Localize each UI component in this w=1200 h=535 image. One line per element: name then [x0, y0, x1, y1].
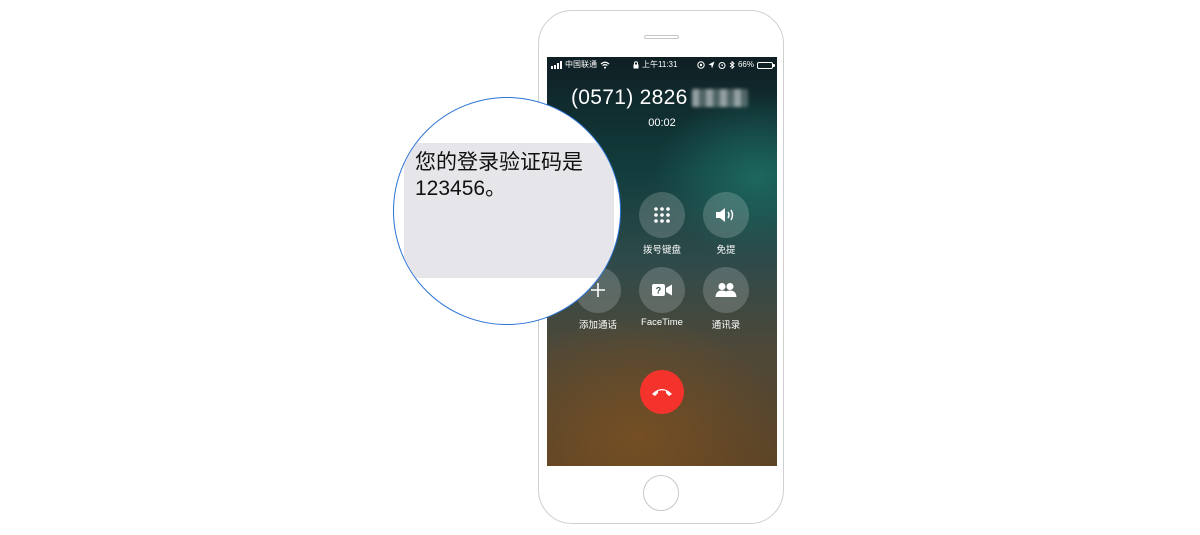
facetime-label: FaceTime	[641, 317, 683, 328]
alarm-icon	[718, 62, 726, 69]
speaker-button[interactable]	[703, 192, 749, 238]
home-button[interactable]	[643, 475, 679, 511]
keypad-button[interactable]	[639, 192, 685, 238]
contacts-label: 通讯录	[711, 320, 741, 331]
keypad-label: 拨号键盘	[642, 245, 681, 256]
sms-message: 您的登录验证码是 123456。	[415, 150, 605, 202]
location-icon	[697, 61, 705, 69]
facetime-icon: ?	[652, 284, 672, 296]
status-time: 上午11:31	[642, 60, 678, 69]
battery-icon	[757, 61, 775, 69]
lock-icon	[633, 61, 639, 69]
carrier-label: 中国联通	[565, 60, 597, 69]
battery-percent: 66%	[737, 60, 754, 69]
speaker-icon	[716, 208, 734, 222]
sms-magnifier: 您的登录验证码是 123456。	[393, 97, 621, 325]
phone-speaker	[644, 35, 679, 39]
add-call-label: 添加通话	[578, 320, 617, 331]
end-call-icon	[652, 389, 672, 396]
status-bar: 中国联通 上午11:31 66%	[547, 57, 777, 73]
wifi-icon	[600, 61, 610, 69]
caller-number: (0571) 2826	[571, 86, 748, 110]
contacts-button[interactable]	[703, 267, 749, 313]
signal-icon	[551, 61, 562, 69]
contacts-icon	[715, 283, 737, 297]
end-call-button[interactable]	[640, 370, 684, 414]
sms-line-2: 123456。	[415, 177, 507, 200]
keypad-icon	[654, 207, 670, 223]
caller-number-text: (0571) 2826	[571, 86, 688, 109]
svg-text:?: ?	[656, 286, 662, 296]
navigation-icon	[708, 61, 715, 69]
facetime-button[interactable]: ?	[639, 267, 685, 313]
speaker-label: 免提	[716, 245, 736, 256]
sms-line-1: 您的登录验证码是	[415, 151, 583, 174]
redacted-digits	[691, 89, 748, 107]
bluetooth-icon	[729, 61, 735, 69]
